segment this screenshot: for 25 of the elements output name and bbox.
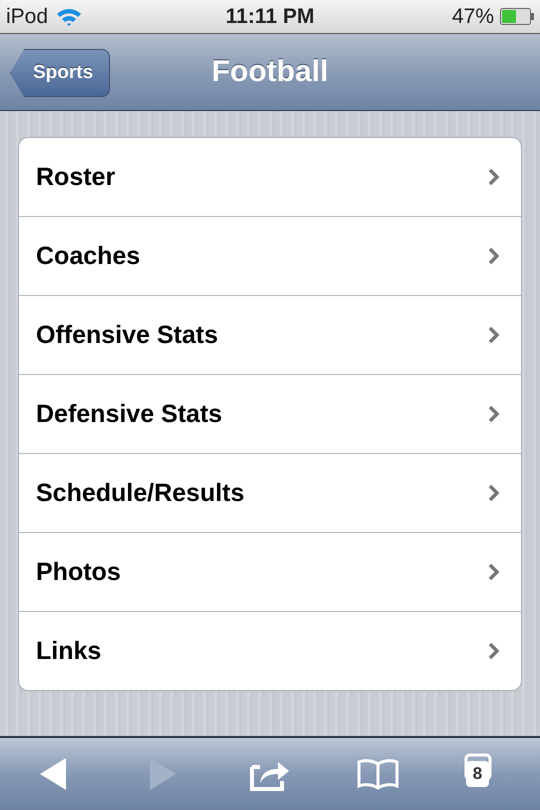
page-title: Football [212, 55, 328, 89]
chevron-icon [488, 405, 499, 423]
chevron-icon [488, 247, 499, 265]
list-item[interactable]: Defensive Stats [19, 374, 521, 453]
list-item[interactable]: Photos [19, 532, 521, 611]
chevron-icon [488, 326, 499, 344]
list-item[interactable]: Schedule/Results [19, 453, 521, 532]
chevron-icon [488, 168, 499, 186]
wifi-icon [56, 6, 82, 26]
status-time: 11:11 PM [226, 4, 314, 28]
battery-icon [500, 8, 534, 25]
chevron-icon [488, 484, 499, 502]
list-item[interactable]: Roster [19, 138, 521, 216]
left-triangle-icon [40, 758, 68, 790]
pages-button[interactable]: 8 [451, 749, 521, 799]
battery-percent: 47% [452, 4, 494, 28]
chevron-icon [488, 642, 499, 660]
chevron-icon [488, 563, 499, 581]
back-button[interactable]: Sports [10, 49, 110, 97]
list-item[interactable]: Offensive Stats [19, 295, 521, 374]
list-item[interactable]: Links [19, 611, 521, 690]
list-item[interactable]: Coaches [19, 216, 521, 295]
right-triangle-icon [148, 758, 176, 790]
book-icon [356, 758, 400, 790]
carrier-name: iPod [6, 4, 48, 28]
